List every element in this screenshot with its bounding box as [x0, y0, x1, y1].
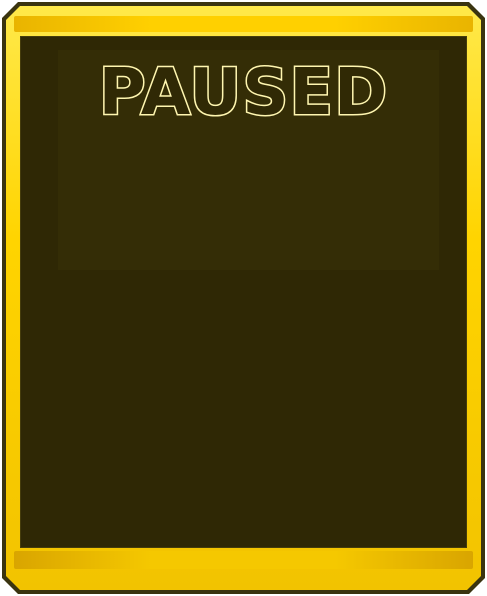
paused-title: PAUSED [97, 55, 389, 132]
pause-panel-body: PAUSED [20, 36, 467, 548]
panel-bottom-trim [14, 551, 473, 569]
panel-top-trim [14, 16, 473, 32]
